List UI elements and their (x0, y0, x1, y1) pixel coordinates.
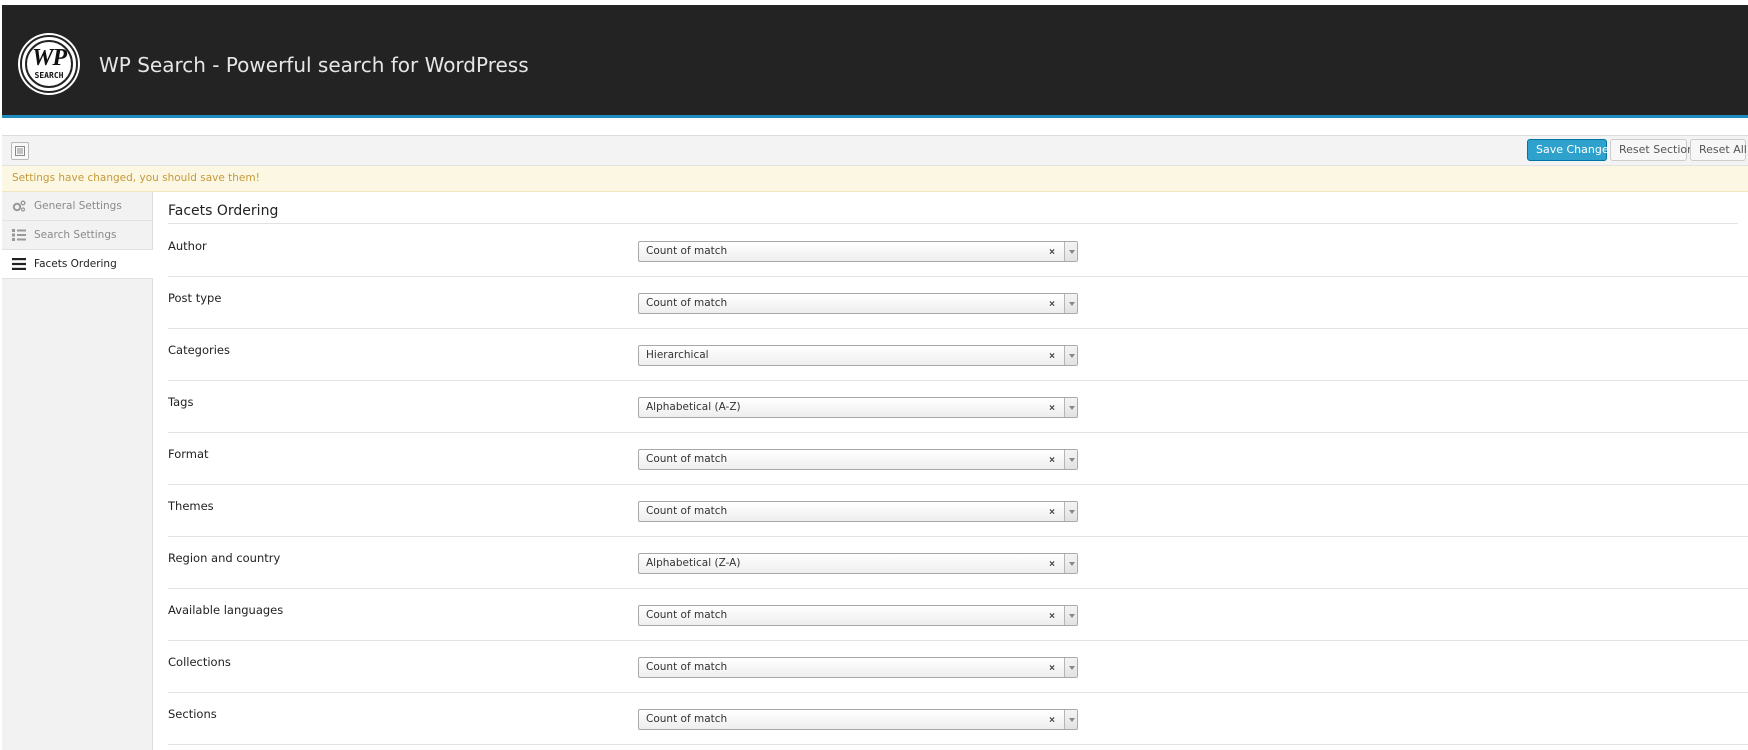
clear-icon[interactable]: × (1049, 555, 1055, 574)
logo-ring: WP SEARCH (25, 40, 73, 88)
sidebar-item-search-settings[interactable]: Search Settings (2, 221, 152, 250)
expand-icon (15, 146, 25, 156)
collections-order-select[interactable]: Count of match × (638, 657, 1078, 678)
facet-row-format: Format Count of match × (168, 433, 1748, 485)
select-value: Hierarchical (646, 349, 709, 361)
chevron-down-icon[interactable] (1064, 450, 1077, 469)
facet-row-available-languages: Available languages Count of match × (168, 589, 1748, 641)
facet-row-tags: Tags Alphabetical (A-Z) × (168, 381, 1748, 433)
post-type-order-select[interactable]: Count of match × (638, 293, 1078, 314)
clear-icon[interactable]: × (1049, 295, 1055, 314)
facet-label: Format (168, 447, 209, 461)
region-order-select[interactable]: Alphabetical (Z-A) × (638, 553, 1078, 574)
clear-icon[interactable]: × (1049, 607, 1055, 626)
clear-icon[interactable]: × (1049, 451, 1055, 470)
reset-section-button[interactable]: Reset Section (1610, 139, 1694, 161)
sidebar-item-label: Facets Ordering (34, 258, 117, 270)
clear-icon[interactable]: × (1049, 399, 1055, 418)
logo-text: WP (32, 45, 67, 71)
chevron-down-icon[interactable] (1064, 398, 1077, 417)
app-header: WP SEARCH WP Search - Powerful search fo… (2, 5, 1748, 118)
chevron-down-icon[interactable] (1064, 346, 1077, 365)
facet-label: Themes (168, 499, 214, 513)
logo-subtext: SEARCH (34, 71, 64, 80)
format-order-select[interactable]: Count of match × (638, 449, 1078, 470)
reset-all-button[interactable]: Reset All (1690, 139, 1747, 161)
select-value: Count of match (646, 453, 728, 465)
options-toolbar: Save Changes Reset Section Reset All (2, 135, 1748, 166)
chevron-down-icon[interactable] (1064, 710, 1077, 729)
chevron-down-icon[interactable] (1064, 294, 1077, 313)
cogs-icon (12, 200, 26, 212)
facet-row-sections: Sections Count of match × (168, 693, 1748, 745)
facet-label: Region and country (168, 551, 281, 565)
facets-ordering-panel: Facets Ordering Author Count of match × … (153, 192, 1748, 750)
author-order-select[interactable]: Count of match × (638, 241, 1078, 262)
sidebar-item-label: Search Settings (34, 229, 117, 241)
facet-row-themes: Themes Count of match × (168, 485, 1748, 537)
chevron-down-icon[interactable] (1064, 554, 1077, 573)
facet-label: Collections (168, 655, 231, 669)
facet-label: Available languages (168, 603, 284, 617)
facet-label: Categories (168, 343, 230, 357)
chevron-down-icon[interactable] (1064, 658, 1077, 677)
chevron-down-icon[interactable] (1064, 606, 1077, 625)
facet-row-post-type: Post type Count of match × (168, 277, 1748, 329)
clear-icon[interactable]: × (1049, 243, 1055, 262)
facet-label: Sections (168, 707, 217, 721)
categories-order-select[interactable]: Hierarchical × (638, 345, 1078, 366)
sidebar-item-facets-ordering[interactable]: Facets Ordering (2, 250, 153, 279)
facet-row-region-and-country: Region and country Alphabetical (Z-A) × (168, 537, 1748, 589)
select-value: Alphabetical (A-Z) (646, 401, 741, 413)
facet-row-categories: Categories Hierarchical × (168, 329, 1748, 381)
app-title: WP Search - Powerful search for WordPres… (99, 53, 529, 77)
expand-options-button[interactable] (11, 142, 29, 160)
facet-label: Author (168, 239, 207, 253)
select-value: Count of match (646, 713, 728, 725)
unsaved-changes-notice: Settings have changed, you should save t… (2, 166, 1748, 192)
languages-order-select[interactable]: Count of match × (638, 605, 1078, 626)
facet-row-collections: Collections Count of match × (168, 641, 1748, 693)
select-value: Count of match (646, 297, 728, 309)
tags-order-select[interactable]: Alphabetical (A-Z) × (638, 397, 1078, 418)
settings-sidebar: General Settings Search Settings Facets … (2, 192, 153, 750)
select-value: Count of match (646, 245, 728, 257)
select-value: Count of match (646, 505, 728, 517)
select-value: Alphabetical (Z-A) (646, 557, 741, 569)
wp-search-logo: WP SEARCH (20, 35, 78, 93)
clear-icon[interactable]: × (1049, 711, 1055, 730)
title-divider (168, 223, 1738, 224)
save-changes-button[interactable]: Save Changes (1527, 139, 1614, 161)
clear-icon[interactable]: × (1049, 347, 1055, 366)
chevron-down-icon[interactable] (1064, 242, 1077, 261)
clear-icon[interactable]: × (1049, 503, 1055, 522)
sections-order-select[interactable]: Count of match × (638, 709, 1078, 730)
select-value: Count of match (646, 661, 728, 673)
clear-icon[interactable]: × (1049, 659, 1055, 678)
facet-row-author: Author Count of match × (168, 225, 1748, 277)
list-icon (12, 229, 26, 241)
sidebar-item-general-settings[interactable]: General Settings (2, 192, 152, 221)
menu-icon (12, 258, 26, 270)
chevron-down-icon[interactable] (1064, 502, 1077, 521)
facet-label: Tags (168, 395, 194, 409)
themes-order-select[interactable]: Count of match × (638, 501, 1078, 522)
sidebar-item-label: General Settings (34, 200, 122, 212)
section-title: Facets Ordering (168, 203, 279, 219)
facet-label: Post type (168, 291, 222, 305)
select-value: Count of match (646, 609, 728, 621)
